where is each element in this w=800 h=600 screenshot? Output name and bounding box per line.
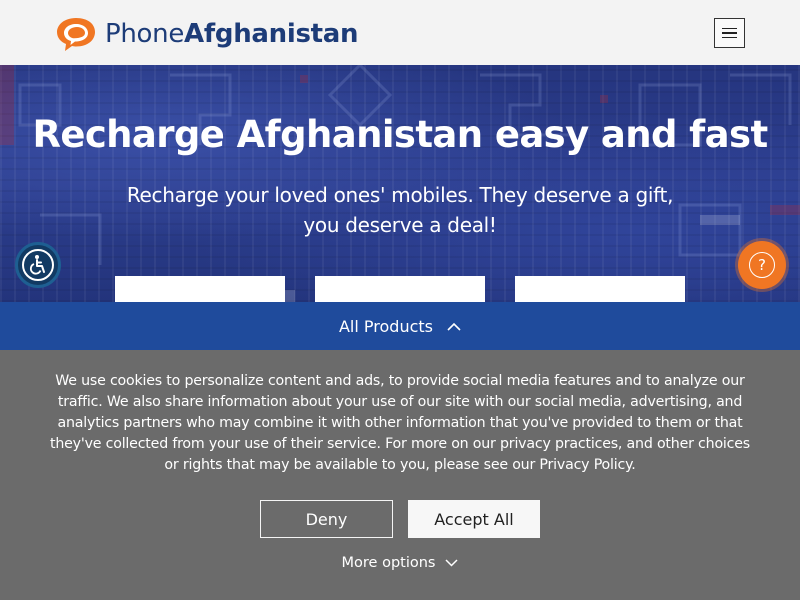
- product-card[interactable]: [315, 276, 485, 302]
- wheelchair-icon: [29, 255, 45, 275]
- hero-title: Recharge Afghanistan easy and fast: [32, 113, 768, 156]
- speech-bubble-logo-icon: [57, 18, 95, 51]
- menu-line: [722, 27, 737, 30]
- chevron-down-icon: [445, 559, 459, 567]
- all-products-toggle[interactable]: All Products: [0, 302, 800, 350]
- site-header: PhoneAfghanistan: [0, 0, 800, 65]
- chevron-up-icon: [447, 322, 461, 331]
- menu-line: [722, 32, 737, 34]
- hero-subtitle: Recharge your loved ones' mobiles. They …: [126, 183, 674, 237]
- accessibility-button[interactable]: [15, 242, 61, 288]
- product-card[interactable]: [515, 276, 685, 302]
- more-options-label: More options: [341, 555, 436, 571]
- accessibility-icon: [22, 249, 54, 281]
- help-button[interactable]: ?: [738, 241, 786, 289]
- deny-button[interactable]: Deny: [260, 500, 393, 538]
- product-card[interactable]: [115, 276, 285, 302]
- cookie-consent-banner: We use cookies to personalize content an…: [0, 350, 800, 600]
- accept-all-button[interactable]: Accept All: [408, 500, 540, 538]
- logo-wordmark: PhoneAfghanistan: [105, 19, 359, 49]
- hero-banner: Recharge Afghanistan easy and fast Recha…: [0, 65, 800, 302]
- cookie-consent-text: We use cookies to personalize content an…: [50, 373, 750, 473]
- all-products-label: All Products: [338, 316, 433, 336]
- menu-line: [722, 36, 737, 39]
- hamburger-menu-button[interactable]: [714, 18, 745, 48]
- more-options-toggle[interactable]: More options: [0, 555, 800, 571]
- question-mark-icon: ?: [749, 252, 775, 278]
- logo-text-afghanistan: Afghanistan: [184, 19, 359, 49]
- site-logo[interactable]: PhoneAfghanistan: [55, 14, 359, 54]
- logo-text-phone: Phone: [105, 19, 185, 49]
